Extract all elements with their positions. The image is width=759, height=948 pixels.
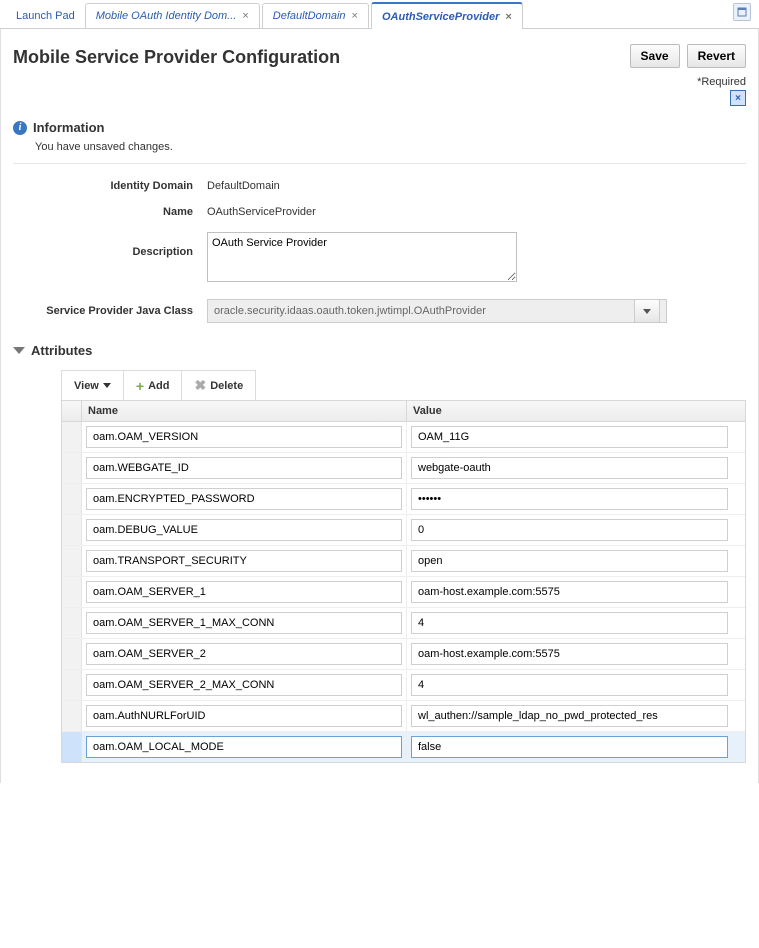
attr-value-input[interactable] (411, 643, 728, 665)
tab-default-domain[interactable]: DefaultDomain × (262, 3, 369, 28)
info-title: Information (33, 120, 105, 135)
row-handle[interactable] (62, 608, 82, 638)
table-row[interactable] (62, 546, 745, 577)
label-java-class: Service Provider Java Class (13, 305, 193, 317)
table-row[interactable] (62, 670, 745, 701)
attributes-toolbar: View + Add ✖ Delete (61, 370, 256, 400)
row-handle[interactable] (62, 453, 82, 483)
chevron-down-icon (103, 383, 111, 388)
revert-button[interactable]: Revert (687, 44, 746, 68)
value-name: OAuthServiceProvider (207, 206, 746, 218)
tab-mobile-oauth-identity-domain[interactable]: Mobile OAuth Identity Dom... × (85, 3, 260, 28)
attr-name-input[interactable] (86, 643, 402, 665)
tab-label: DefaultDomain (273, 10, 346, 22)
attr-name-input[interactable] (86, 581, 402, 603)
tab-label: OAuthServiceProvider (382, 11, 499, 23)
add-button[interactable]: + Add (124, 371, 183, 400)
attr-value-input[interactable] (411, 674, 728, 696)
attr-name-input[interactable] (86, 550, 402, 572)
form: Identity Domain DefaultDomain Name OAuth… (13, 180, 746, 323)
disclosure-icon[interactable] (13, 347, 25, 354)
attr-name-input[interactable] (86, 736, 402, 758)
attributes-title: Attributes (31, 343, 92, 358)
col-name: Name (82, 401, 407, 421)
attr-value-input[interactable] (411, 519, 728, 541)
window-options-icon[interactable] (733, 3, 751, 21)
attr-value-input[interactable] (411, 426, 728, 448)
table-header: Name Value (62, 401, 745, 422)
view-menu[interactable]: View (62, 371, 124, 400)
tab-label: Mobile OAuth Identity Dom... (96, 10, 237, 22)
info-message: You have unsaved changes. (35, 141, 746, 153)
page-title: Mobile Service Provider Configuration (13, 47, 340, 68)
close-panel-icon[interactable]: × (730, 90, 746, 106)
table-row[interactable] (62, 453, 745, 484)
delete-button[interactable]: ✖ Delete (182, 371, 255, 400)
row-handle[interactable] (62, 515, 82, 545)
attr-value-input[interactable] (411, 736, 728, 758)
table-row[interactable] (62, 515, 745, 546)
row-handle[interactable] (62, 546, 82, 576)
close-icon[interactable]: × (242, 10, 248, 22)
plus-icon: + (136, 378, 144, 394)
tab-oauth-service-provider[interactable]: OAuthServiceProvider × (371, 2, 523, 29)
label-description: Description (13, 232, 193, 258)
dropdown-icon[interactable] (634, 299, 660, 323)
attr-name-input[interactable] (86, 457, 402, 479)
delete-label: Delete (210, 380, 243, 392)
description-textarea[interactable] (207, 232, 517, 282)
table-row[interactable] (62, 484, 745, 515)
table-row[interactable] (62, 577, 745, 608)
info-block: i Information You have unsaved changes. (13, 120, 746, 164)
attr-name-input[interactable] (86, 519, 402, 541)
attr-name-input[interactable] (86, 705, 402, 727)
attributes-table: Name Value (61, 400, 746, 763)
action-buttons: Save Revert (626, 44, 746, 68)
attributes-header[interactable]: Attributes (13, 343, 746, 358)
row-handle[interactable] (62, 670, 82, 700)
attr-name-input[interactable] (86, 426, 402, 448)
attr-value-input[interactable] (411, 550, 728, 572)
table-row[interactable] (62, 608, 745, 639)
delete-icon: ✖ (194, 377, 206, 394)
table-row[interactable] (62, 732, 745, 762)
table-row[interactable] (62, 639, 745, 670)
row-handle[interactable] (62, 732, 82, 762)
save-button[interactable]: Save (630, 44, 680, 68)
attr-value-input[interactable] (411, 581, 728, 603)
row-handle[interactable] (62, 422, 82, 452)
required-note: *Required (13, 76, 746, 88)
row-handle[interactable] (62, 577, 82, 607)
label-name: Name (13, 206, 193, 218)
table-row[interactable] (62, 701, 745, 732)
attr-value-input[interactable] (411, 488, 728, 510)
attr-value-input[interactable] (411, 705, 728, 727)
value-identity-domain: DefaultDomain (207, 180, 746, 192)
table-row[interactable] (62, 422, 745, 453)
attr-name-input[interactable] (86, 674, 402, 696)
attr-name-input[interactable] (86, 488, 402, 510)
tab-strip: Launch Pad Mobile OAuth Identity Dom... … (0, 0, 759, 29)
attr-value-input[interactable] (411, 457, 728, 479)
java-class-select[interactable]: oracle.security.idaas.oauth.token.jwtimp… (207, 299, 667, 323)
tab-launch-pad[interactable]: Launch Pad (6, 4, 85, 28)
add-label: Add (148, 380, 169, 392)
row-handle[interactable] (62, 484, 82, 514)
info-icon: i (13, 121, 27, 135)
attr-name-input[interactable] (86, 612, 402, 634)
row-handle[interactable] (62, 639, 82, 669)
java-class-value: oracle.security.idaas.oauth.token.jwtimp… (214, 305, 486, 317)
row-handle[interactable] (62, 701, 82, 731)
attr-value-input[interactable] (411, 612, 728, 634)
close-icon[interactable]: × (352, 10, 358, 22)
label-identity-domain: Identity Domain (13, 180, 193, 192)
col-value: Value (407, 401, 732, 421)
close-icon[interactable]: × (505, 11, 511, 23)
view-label: View (74, 380, 99, 392)
